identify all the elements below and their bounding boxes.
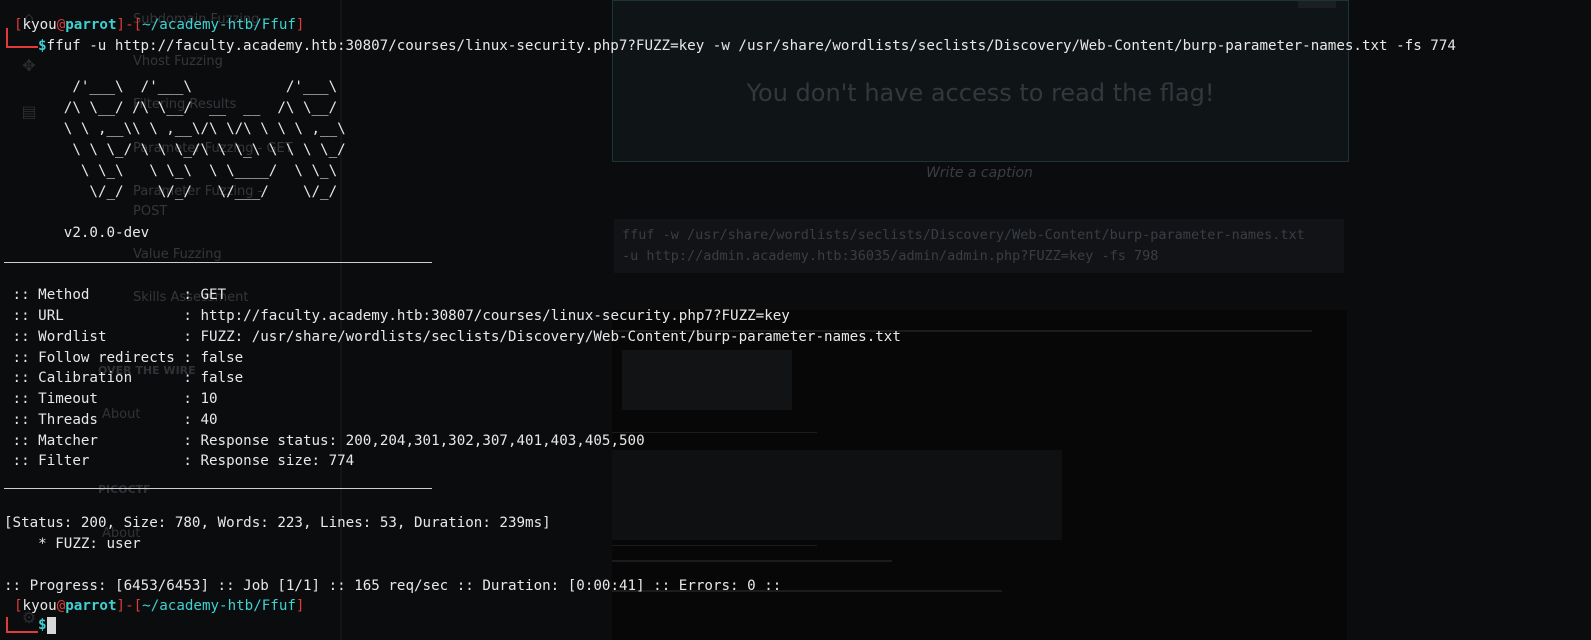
prompt-line-2: [kyou@parrot]-[~/academy-htb/Ffuf] (14, 598, 305, 614)
ascii-art-line: /\ \__/ /\ \__/ __ __ /\ \__/ (4, 100, 338, 116)
config-matcher: :: Matcher : Response status: 200,204,30… (4, 433, 645, 449)
config-calibration: :: Calibration : false (4, 370, 244, 386)
prompt-user: kyou (22, 598, 57, 614)
ascii-art-line: \/_/ \/_/ \/___/ \/_/ (4, 184, 338, 200)
version-line: v2.0.0-dev (4, 225, 150, 241)
prompt-host: parrot (65, 598, 117, 614)
prompt-line-1: [kyou@parrot]-[~/academy-htb/Ffuf] (14, 17, 305, 33)
prompt-path: ~/academy-htb/Ffuf (142, 17, 296, 33)
ascii-art-line: /'___\ /'___\ /'___\ (4, 79, 338, 95)
prompt-user: kyou (22, 17, 57, 33)
terminal-window[interactable]: [kyou@parrot]-[~/academy-htb/Ffuf] $ffuf… (0, 0, 1591, 640)
ascii-art-line: \ \ \_/ \ \ \_/\ \ \_\ \ \ \ \_/ (4, 142, 346, 158)
text-cursor[interactable] (46, 616, 56, 634)
command-line: $ffuf -u http://faculty.academy.htb:3080… (38, 38, 1456, 54)
config-method: :: Method : GET (4, 287, 227, 303)
command-text: ffuf -u http://faculty.academy.htb:30807… (46, 38, 1456, 54)
ascii-art-line: \ \_\ \ \_\ \ \____/ \ \_\ (4, 163, 338, 179)
separator-line (4, 262, 432, 263)
result-fuzz-value: * FUZZ: user (4, 536, 141, 552)
input-line[interactable]: $ (38, 615, 56, 636)
config-threads: :: Threads : 40 (4, 412, 218, 428)
result-line: [Status: 200, Size: 780, Words: 223, Lin… (4, 515, 551, 531)
config-filter: :: Filter : Response size: 774 (4, 453, 355, 469)
progress-line: :: Progress: [6453/6453] :: Job [1/1] ::… (4, 578, 782, 594)
config-url: :: URL : http://faculty.academy.htb:3080… (4, 308, 790, 324)
config-timeout: :: Timeout : 10 (4, 391, 218, 407)
config-wordlist: :: Wordlist : FUZZ: /usr/share/wordlists… (4, 329, 901, 345)
prompt-path: ~/academy-htb/Ffuf (142, 598, 296, 614)
separator-line (4, 488, 432, 489)
ascii-art-line: \ \ ,__\\ \ ,__\/\ \/\ \ \ \ ,__\ (4, 121, 346, 137)
prompt-connector (6, 617, 38, 633)
prompt-host: parrot (65, 17, 117, 33)
config-follow-redirects: :: Follow redirects : false (4, 350, 244, 366)
